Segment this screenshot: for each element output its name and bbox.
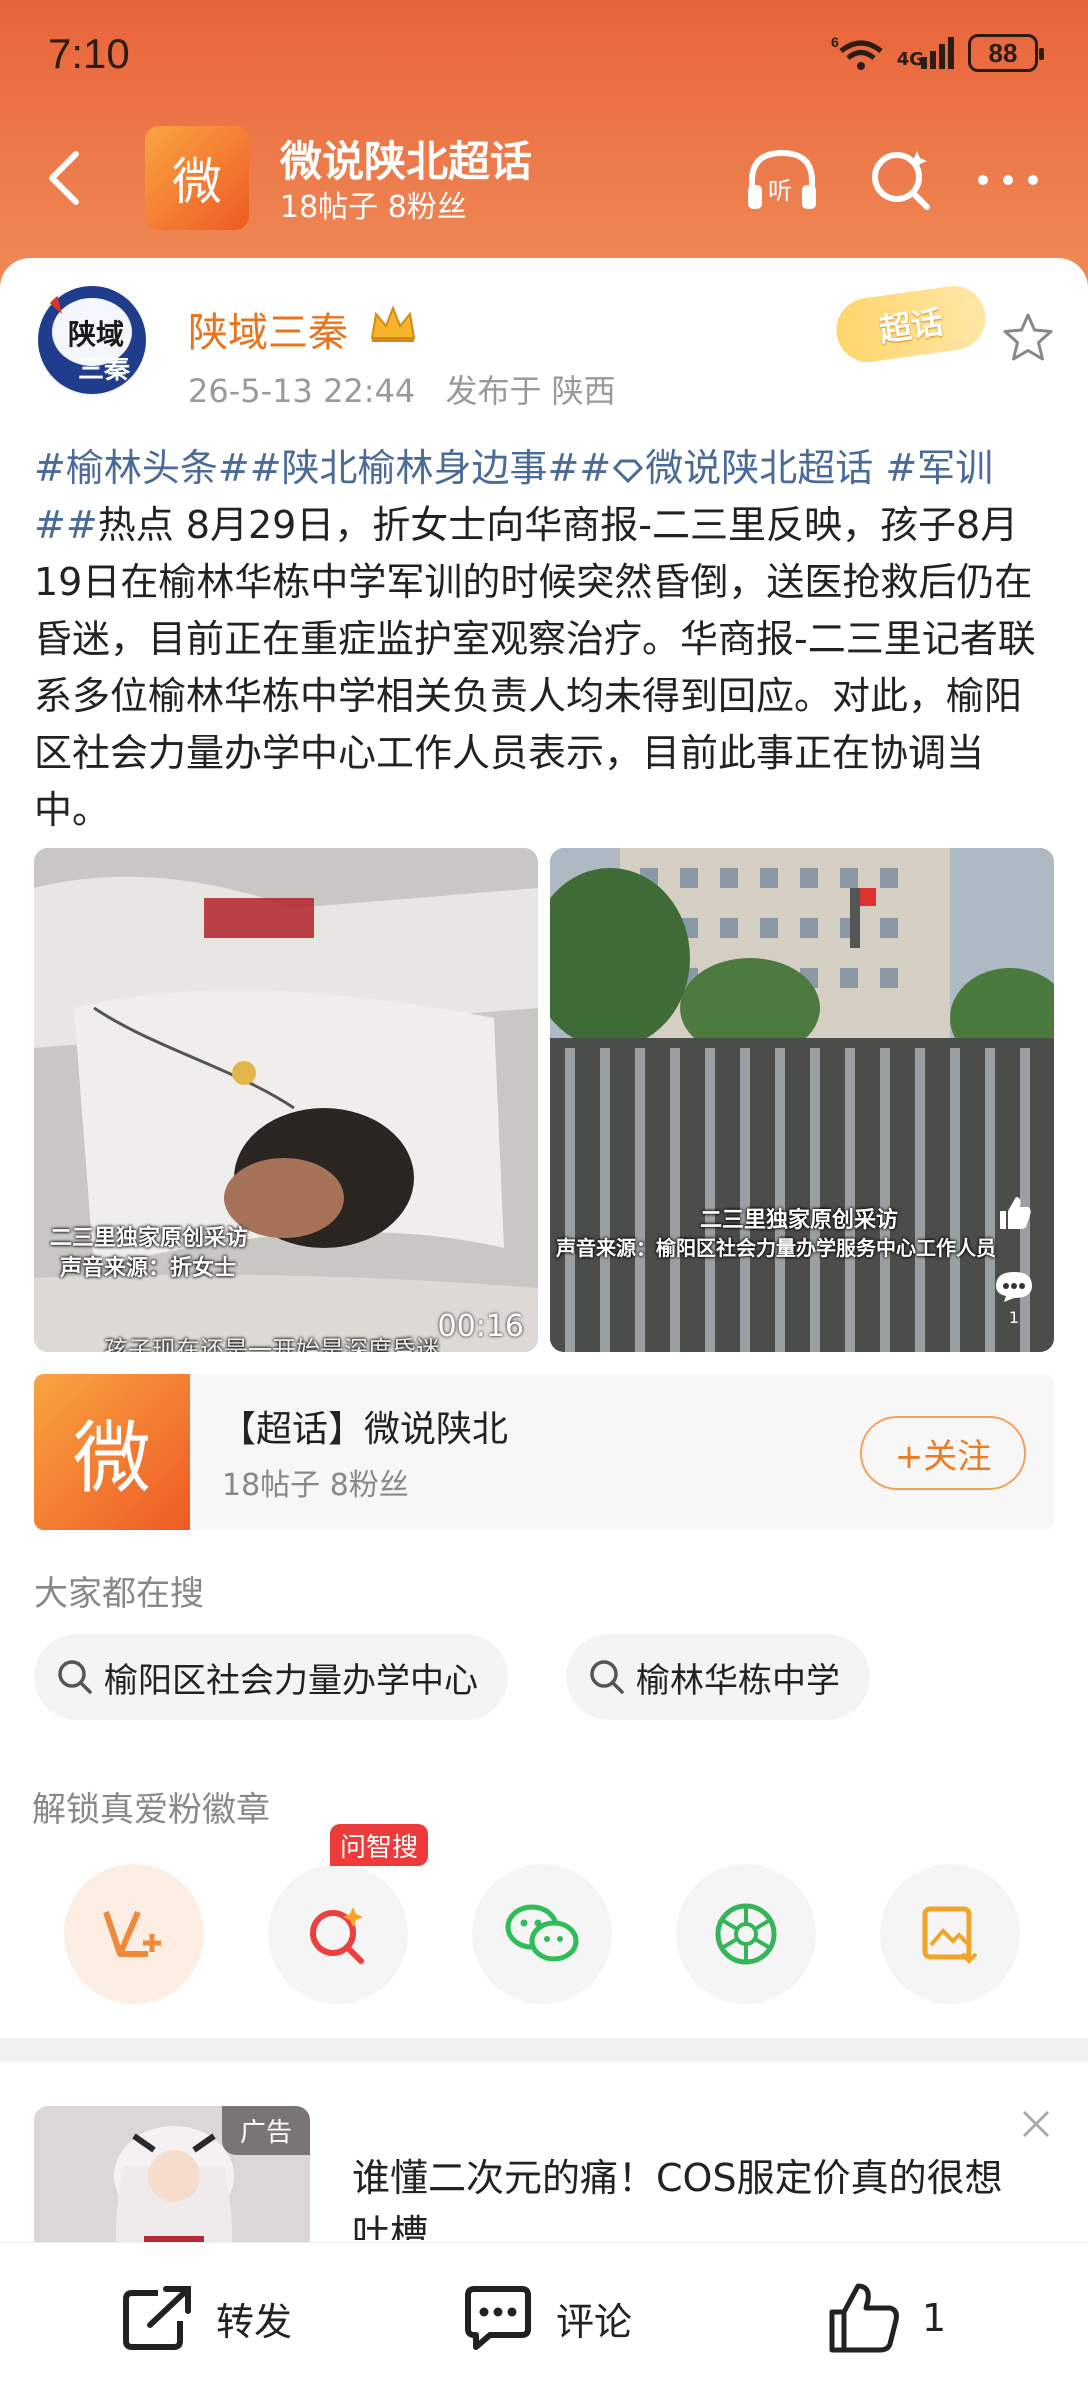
more-dots-icon	[978, 175, 1038, 185]
status-time: 7:10	[48, 30, 130, 77]
share-moments-button[interactable]	[676, 1864, 816, 2004]
svg-text:陕域: 陕域	[68, 318, 124, 351]
post-location: 发布于 陕西	[445, 372, 616, 410]
diamond-icon	[613, 459, 644, 484]
author-avatar[interactable]: 陕域 三秦	[36, 284, 148, 396]
post-image[interactable]: 二三里独家原创采访 声音来源：榆阳区社会力量办学服务中心工作人员 1	[550, 848, 1054, 1352]
section-divider	[0, 2038, 1088, 2062]
wifi-icon: 6	[831, 34, 883, 70]
follow-button[interactable]: +关注	[860, 1416, 1026, 1490]
bottom-action-bar: 转发 评论 1	[0, 2242, 1088, 2400]
svg-text:听: 听	[768, 177, 792, 205]
status-bar: 7:10 6 4G 88	[0, 0, 1088, 110]
ai-search-icon	[310, 1907, 364, 1964]
search-icon	[590, 1660, 624, 1694]
comment-label: 评论	[556, 2299, 633, 2344]
share-vplus-button[interactable]	[64, 1864, 204, 2004]
wechat-icon	[505, 1904, 579, 1962]
crown-icon	[370, 305, 416, 342]
image-caption: 二三里独家原创采访	[700, 1208, 899, 1233]
header-bar: 7:10 6 4G 88 微 微说陕北超话 18帖子 8粉丝 听	[0, 0, 1088, 290]
author-name[interactable]: 陕域三秦	[188, 300, 348, 358]
page-title: 微说陕北超话	[280, 137, 533, 186]
topic-card-stats: 18帖子 8粉丝	[222, 1468, 409, 1503]
video-caption: 二三里独家原创采访	[50, 1226, 249, 1251]
hashtag-hash: #	[65, 503, 98, 547]
vplus-icon	[103, 1910, 161, 1957]
badge-section-title: 解锁真爱粉徽章	[32, 1790, 270, 1830]
listen-button[interactable]: 听	[742, 140, 822, 220]
comment-icon	[465, 2286, 531, 2350]
search-suggestion-pill[interactable]: 榆林华栋中学	[566, 1634, 870, 1720]
back-arrow-icon[interactable]	[36, 148, 96, 208]
avatar-emblem-icon: 陕域 三秦	[38, 286, 146, 394]
save-image-button[interactable]	[880, 1864, 1020, 2004]
network-type: 4G	[896, 49, 924, 70]
svg-text:6: 6	[831, 34, 839, 50]
super-topic-link[interactable]: # 微说陕北超话	[579, 446, 873, 490]
search-button[interactable]	[862, 140, 942, 220]
more-button[interactable]	[968, 140, 1048, 220]
topic-card[interactable]: 微 【超话】微说陕北 18帖子 8粉丝 +关注	[34, 1374, 1054, 1530]
thumbs-up-overlay-icon[interactable]	[994, 1193, 1034, 1233]
comment-bubble-icon	[996, 1272, 1032, 1302]
share-wechat-button[interactable]	[472, 1864, 612, 2004]
post-body: #榆林头条##陕北榆林身边事## 微说陕北超话 #军训##热点 8月29日，折女士…	[34, 440, 1054, 839]
favorite-star-icon[interactable]	[1000, 310, 1056, 366]
like-button[interactable]: 1	[826, 2283, 946, 2353]
post-text: 热点 8月29日，折女士向华商报-二三里反映，孩子8月19日在榆林华栋中学军训的…	[34, 503, 1036, 832]
thumbs-up-icon	[829, 2283, 899, 2353]
battery-indicator: 88	[968, 34, 1044, 72]
nav-bar: 微 微说陕北超话 18帖子 8粉丝 听	[0, 120, 1088, 240]
comment-count: 1	[1008, 1308, 1020, 1327]
video-caption: 声音来源：折女士	[60, 1256, 237, 1281]
post-meta: 26-5-13 22:44 发布于 陕西	[188, 366, 616, 412]
school-gate-image	[550, 848, 1054, 1352]
moments-aperture-icon	[715, 1903, 777, 1965]
repost-button[interactable]: 转发	[120, 2283, 292, 2353]
like-count: 1	[922, 2296, 947, 2340]
repost-label: 转发	[216, 2299, 293, 2344]
post-video-thumbnail[interactable]: 二三里独家原创采访 声音来源：折女士 孩子现在还是一开始是深度昏迷 00:16	[34, 848, 538, 1352]
ai-search-badge: 问智搜	[330, 1824, 429, 1866]
search-suggestion-label: 榆林华栋中学	[636, 1660, 840, 1701]
status-icons: 6 4G 88	[831, 30, 1044, 76]
svg-text:三秦: 三秦	[78, 355, 131, 385]
search-suggestion-label: 榆阳区社会力量办学中心	[104, 1660, 478, 1701]
page-subtitle: 18帖子 8粉丝	[280, 190, 467, 225]
close-icon[interactable]	[1016, 2104, 1056, 2144]
ad-label: 广告	[221, 2106, 310, 2155]
post-timestamp: 26-5-13 22:44	[188, 372, 416, 410]
search-suggestion-pill[interactable]: 榆阳区社会力量办学中心	[34, 1634, 508, 1720]
topic-card-title: 【超话】微说陕北	[220, 1409, 509, 1450]
ad-headline[interactable]: 谁懂二次元的痛！COS服定价真的很想吐槽	[352, 2150, 1032, 2240]
video-duration: 00:16	[437, 1309, 524, 1344]
headphones-icon: 听	[748, 149, 816, 209]
topic-logo[interactable]: 微	[145, 126, 249, 230]
topic-card-logo: 微	[34, 1374, 190, 1530]
repost-icon	[123, 2286, 191, 2350]
search-section-title: 大家都在搜	[34, 1574, 204, 1614]
comment-button[interactable]: 评论	[460, 2283, 632, 2353]
hashtag-link[interactable]: #陕北榆林身边事#	[250, 446, 580, 490]
image-caption: 声音来源：榆阳区社会力量办学服务中心工作人员	[556, 1236, 996, 1260]
comment-overlay-button[interactable]: 1	[992, 1268, 1036, 1327]
cell-signal-icon: 4G	[897, 37, 954, 69]
share-search-button[interactable]	[268, 1864, 408, 2004]
search-icon	[872, 151, 930, 210]
video-subtitle: 孩子现在还是一开始是深度昏迷	[104, 1336, 440, 1352]
save-image-icon	[922, 1906, 978, 1964]
search-icon	[58, 1660, 92, 1694]
hashtag-link[interactable]: #榆林头条#	[34, 446, 250, 490]
